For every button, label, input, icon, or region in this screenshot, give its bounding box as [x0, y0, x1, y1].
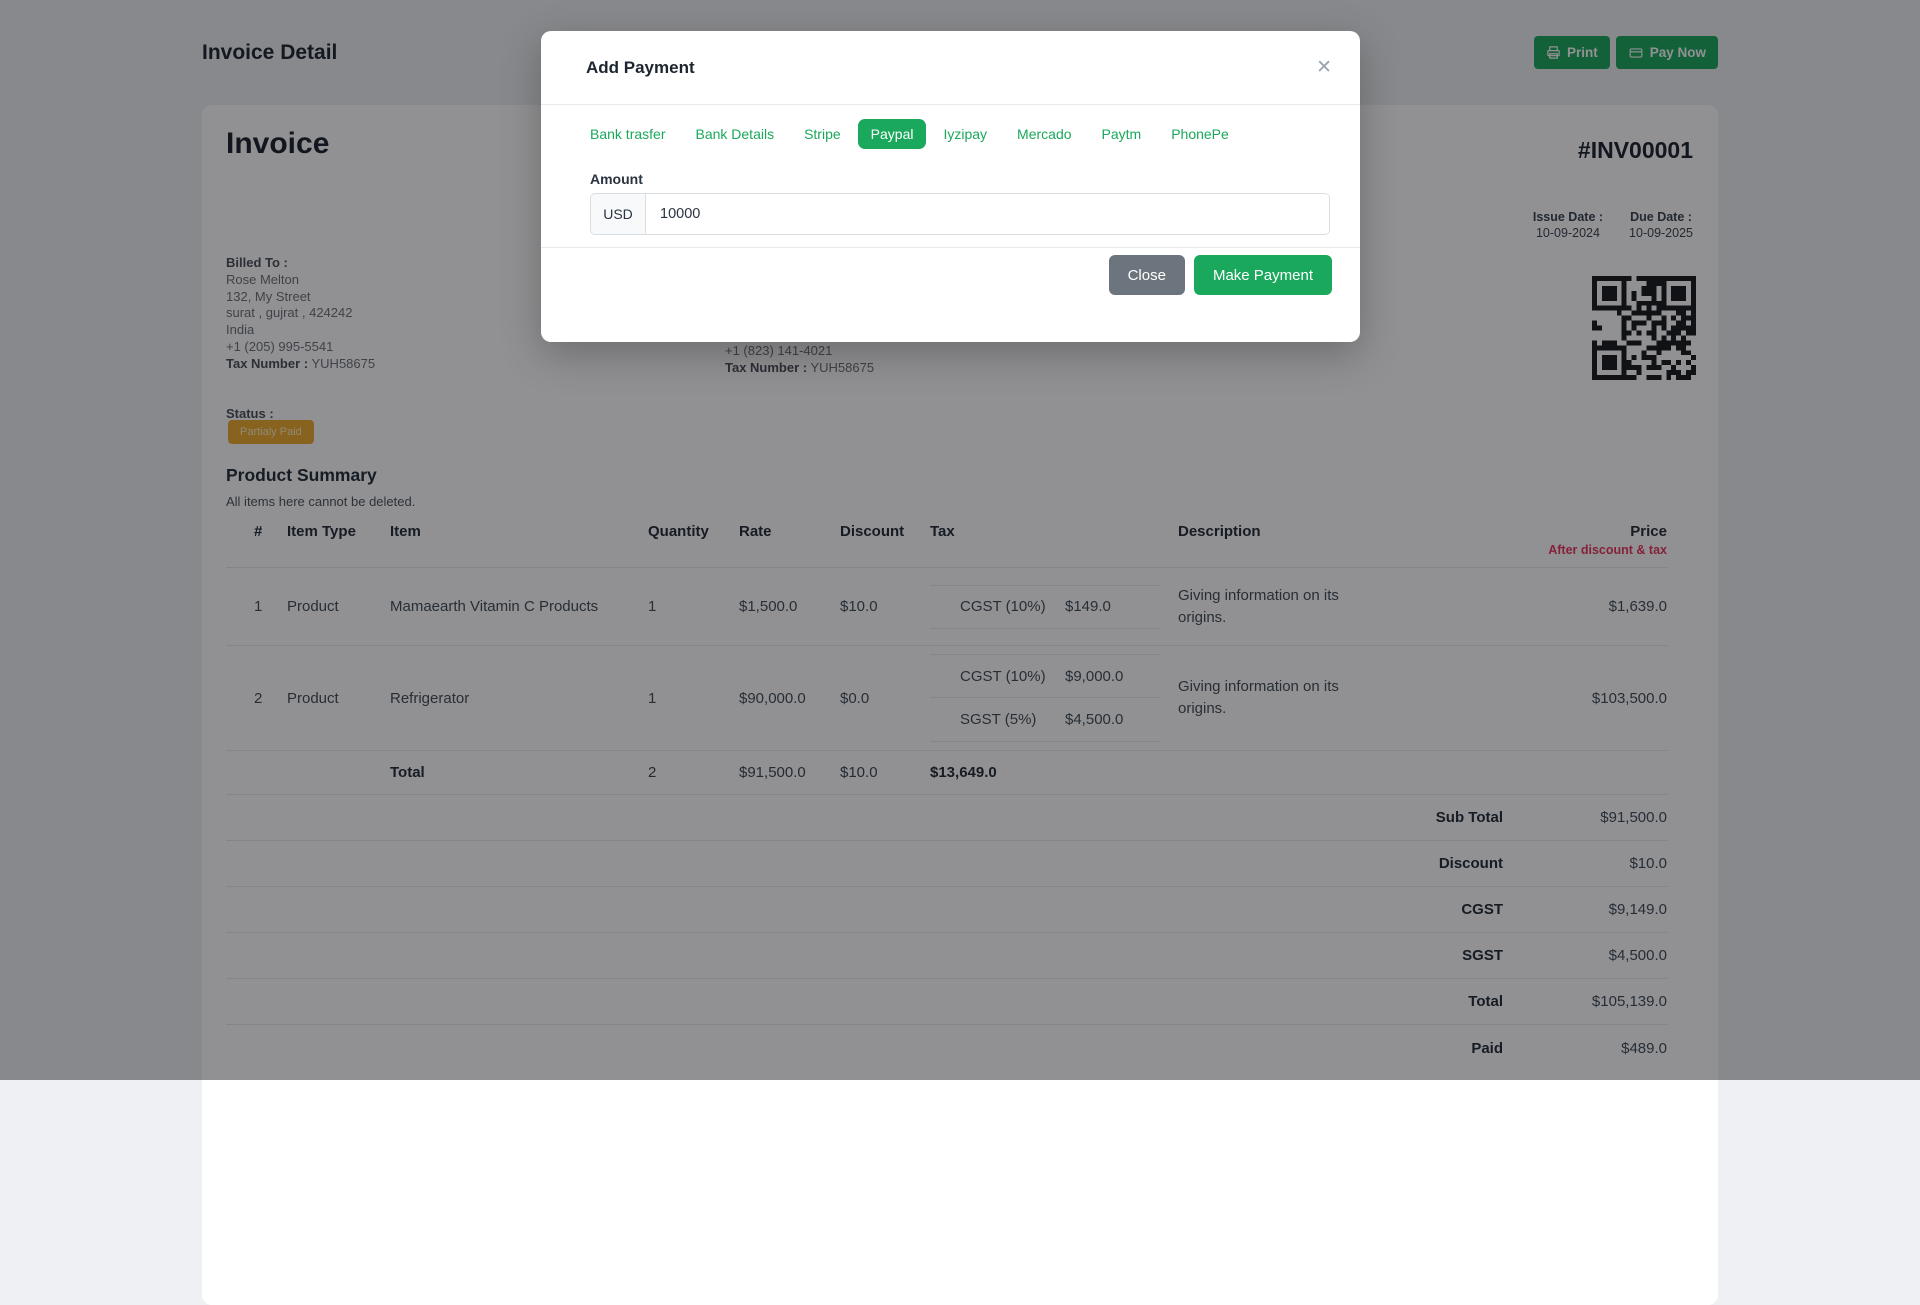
currency-prefix: USD [591, 194, 646, 234]
modal-title: Add Payment [586, 57, 695, 77]
make-payment-button[interactable]: Make Payment [1193, 255, 1332, 295]
tab-bank-details[interactable]: Bank Details [682, 119, 787, 149]
amount-input[interactable] [646, 194, 1329, 234]
tab-paytm[interactable]: Paytm [1089, 119, 1155, 149]
tab-phonepe[interactable]: PhonePe [1158, 119, 1242, 149]
tab-mercado[interactable]: Mercado [1004, 119, 1084, 149]
close-button[interactable]: Close [1108, 255, 1185, 295]
add-payment-modal: Add Payment ✕ Bank trasfer Bank Details … [541, 31, 1360, 342]
amount-input-group: USD [590, 193, 1330, 235]
tab-paypal[interactable]: Paypal [857, 119, 927, 149]
tab-iyzipay[interactable]: Iyzipay [930, 119, 1000, 149]
payment-method-tabs: Bank trasfer Bank Details Stripe Paypal … [577, 119, 1360, 149]
amount-label: Amount [590, 171, 643, 187]
tab-stripe[interactable]: Stripe [791, 119, 854, 149]
modal-header: Add Payment ✕ [541, 31, 1360, 105]
modal-footer: Close Make Payment [541, 247, 1360, 295]
close-icon[interactable]: ✕ [1316, 58, 1332, 77]
tab-bank-transfer[interactable]: Bank trasfer [577, 119, 678, 149]
